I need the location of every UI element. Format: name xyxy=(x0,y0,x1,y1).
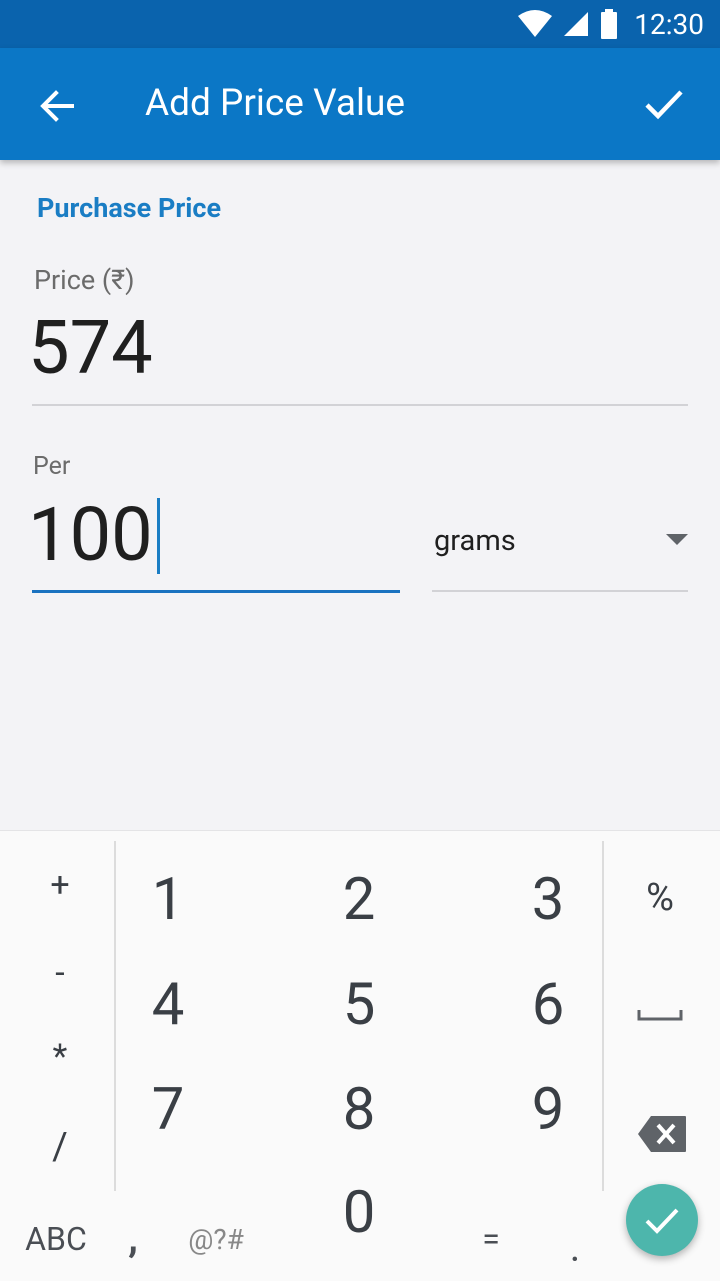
section-title: Purchase Price xyxy=(37,192,222,224)
per-underline xyxy=(32,590,400,593)
status-bar: 12:30 xyxy=(0,0,720,48)
unit-underline xyxy=(432,590,688,592)
key-percent[interactable]: % xyxy=(610,858,710,938)
price-underline xyxy=(32,404,688,406)
key-5[interactable]: 5 xyxy=(299,960,419,1050)
key-equals[interactable]: = xyxy=(466,1214,516,1264)
key-dot[interactable]: . xyxy=(550,1222,600,1272)
status-icons: 12:30 xyxy=(518,0,704,48)
dropdown-arrow-icon xyxy=(666,534,688,545)
key-2[interactable]: 2 xyxy=(299,855,419,945)
space-bar-icon xyxy=(637,1010,683,1021)
check-icon xyxy=(645,90,683,120)
price-label: Price (₹) xyxy=(34,264,135,296)
unit-dropdown[interactable]: grams xyxy=(432,520,688,570)
per-input-text: 100 xyxy=(28,492,153,579)
key-symbols[interactable]: @?# xyxy=(176,1214,256,1264)
key-7[interactable]: 7 xyxy=(108,1065,228,1155)
per-label: Per xyxy=(33,452,71,481)
cell-signal-icon xyxy=(564,12,589,36)
check-icon xyxy=(645,1208,679,1234)
done-button[interactable] xyxy=(642,82,686,126)
key-minus[interactable]: - xyxy=(20,938,100,1008)
backspace-icon xyxy=(638,1116,686,1152)
key-3[interactable]: 3 xyxy=(488,855,608,945)
key-divide[interactable]: / xyxy=(20,1112,100,1182)
unit-selected-value: grams xyxy=(434,524,516,558)
app-bar: Add Price Value xyxy=(0,48,720,160)
status-time: 12:30 xyxy=(634,7,704,41)
arrow-back-icon xyxy=(40,90,74,122)
keypad-done-button[interactable] xyxy=(626,1184,698,1256)
battery-icon xyxy=(601,9,618,39)
key-multiply[interactable]: * xyxy=(20,1022,100,1092)
wifi-icon xyxy=(518,10,553,37)
key-plus[interactable]: + xyxy=(20,850,100,920)
key-1[interactable]: 1 xyxy=(108,855,228,945)
key-comma[interactable]: , xyxy=(108,1212,158,1262)
key-9[interactable]: 9 xyxy=(488,1065,608,1155)
page-title: Add Price Value xyxy=(145,82,405,125)
key-abc[interactable]: ABC xyxy=(14,1214,98,1264)
back-button[interactable] xyxy=(34,84,78,128)
key-backspace[interactable] xyxy=(612,1094,712,1174)
key-0[interactable]: 0 xyxy=(299,1168,419,1258)
key-4[interactable]: 4 xyxy=(108,960,228,1050)
text-cursor xyxy=(156,497,160,574)
price-input[interactable]: 574 xyxy=(28,305,153,392)
key-8[interactable]: 8 xyxy=(299,1065,419,1155)
per-input[interactable]: 100 xyxy=(28,492,160,579)
key-space[interactable] xyxy=(610,975,710,1055)
key-6[interactable]: 6 xyxy=(488,960,608,1050)
